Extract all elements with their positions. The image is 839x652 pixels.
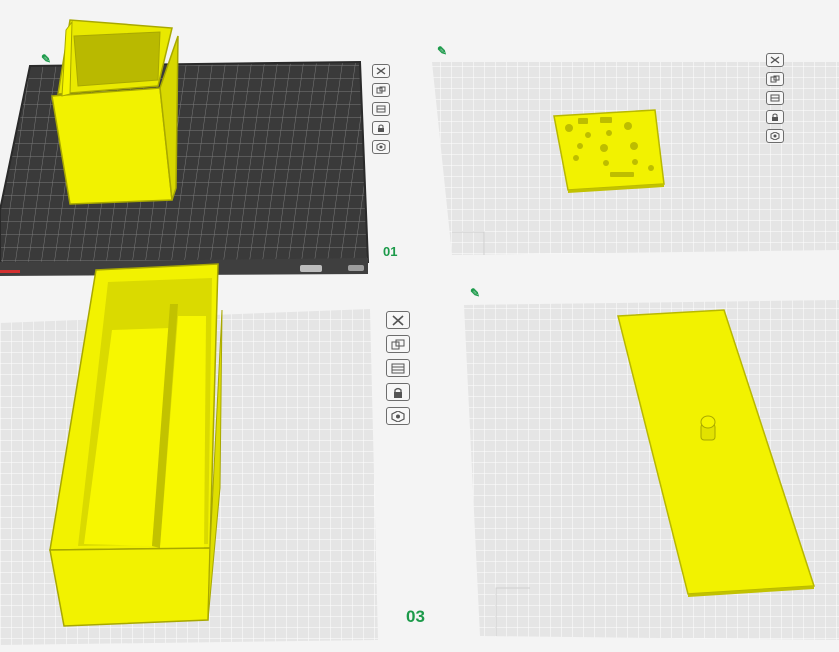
plate-settings-icon[interactable] [386,359,410,377]
plate-1-bed[interactable] [0,60,370,276]
plate-3-label: 03 [406,607,425,626]
plate-1-edit-icon[interactable]: ✎ [41,52,51,66]
close-icon[interactable] [386,311,410,329]
plate-1-label: 01 [383,244,398,259]
perforated-panel-model[interactable] [553,109,665,193]
auto-arrange-icon[interactable] [766,72,784,86]
lock-icon[interactable] [766,110,784,124]
plate-workspace[interactable] [0,0,839,652]
gear-icon[interactable] [766,129,784,143]
plate-1-toolbar [372,64,390,154]
gear-icon[interactable] [386,407,410,425]
gear-icon[interactable] [372,140,390,154]
lock-icon[interactable] [386,383,410,401]
long-tray-model[interactable] [49,263,223,627]
box-shell-model[interactable] [51,19,179,205]
close-icon[interactable] [766,53,784,67]
plate-2-toolbar [766,53,784,143]
plate-settings-icon[interactable] [766,91,784,105]
lock-icon[interactable] [372,121,390,135]
auto-arrange-icon[interactable] [372,83,390,97]
plate-3-toolbar [386,311,410,425]
plate-4-edit-icon[interactable]: ✎ [470,286,480,300]
close-icon[interactable] [372,64,390,78]
plate-2-edit-icon[interactable]: ✎ [437,44,447,58]
auto-arrange-icon[interactable] [386,335,410,353]
plate-settings-icon[interactable] [372,102,390,116]
